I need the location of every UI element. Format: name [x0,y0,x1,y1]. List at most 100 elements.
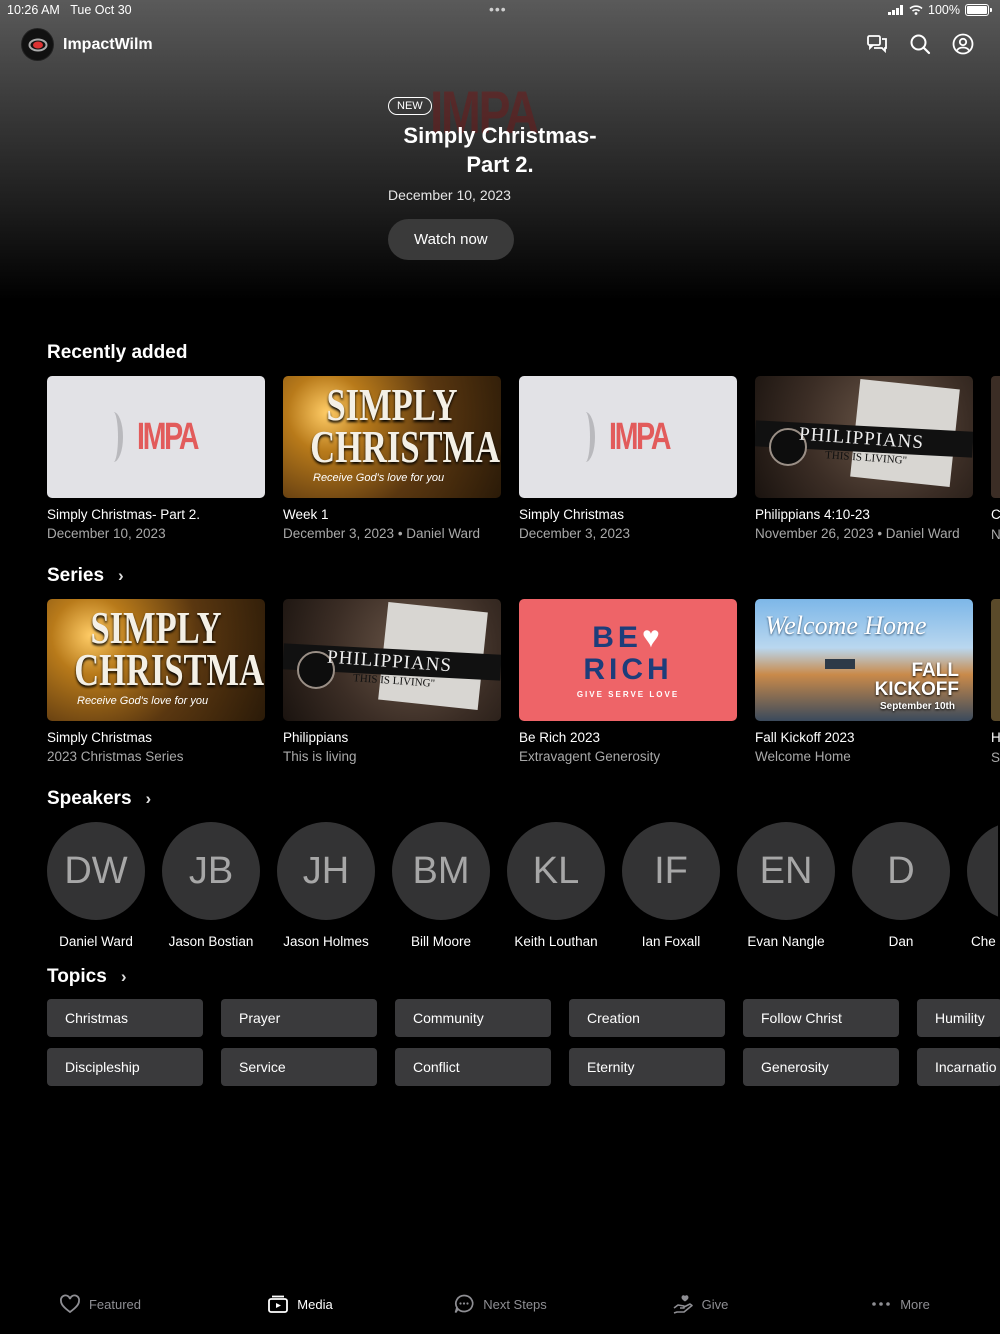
messages-icon[interactable] [866,33,888,55]
heart-icon [59,1294,80,1314]
next-card-peek[interactable] [991,376,1000,498]
topic-chip[interactable]: Christmas [47,999,203,1037]
card-subtitle: December 3, 2023 [519,526,631,541]
speaker-item[interactable]: DW Daniel Ward [47,822,145,949]
status-indicators: 100% [888,3,992,17]
simply-christmas-thumbnail: SIMPLY CHRISTMAS Receive God's love for … [283,376,501,498]
peek-subtitle: N [991,527,1000,542]
multitask-dots-icon[interactable]: ••• [489,1,507,17]
peek-title: H [991,730,1000,745]
recently-added-heading: Recently added [47,342,188,363]
peek-title: C [991,507,1000,522]
media-icon [268,1295,289,1313]
speaker-item[interactable]: JH Jason Holmes [277,822,375,949]
more-dots-icon [872,1302,890,1306]
app-name: ImpactWilm [63,35,153,53]
avatar: BM [392,822,490,920]
philippians-thumbnail: PHILIPPIANS THIS IS LIVING" [283,599,501,721]
card-subtitle: December 10, 2023 [47,526,166,541]
card-title: Simply Christmas [47,730,153,745]
impact-logo-thumbnail: IMPA [47,376,265,498]
wifi-icon [909,5,923,15]
media-card[interactable]: PHILIPPIANS THIS IS LIVING" Philippians … [755,376,973,541]
speaker-name: Keith Louthan [514,934,598,949]
topic-chip[interactable]: Incarnatio [917,1048,1000,1086]
series-heading[interactable]: Series › [47,565,124,587]
avatar: DW [47,822,145,920]
media-card[interactable]: IMPA Simply Christmas December 3, 2023 [519,376,737,541]
card-title: Week 1 [283,507,329,522]
tab-media[interactable]: Media [200,1290,400,1334]
chevron-right-icon: › [118,566,124,585]
speaker-item[interactable]: D Dan [852,822,950,949]
series-card[interactable]: PHILIPPIANS THIS IS LIVING" Philippians … [283,599,501,764]
speaker-item[interactable]: EN Evan Nangle [737,822,835,949]
card-title: Philippians [283,730,349,745]
speakers-row: DW Daniel Ward JB Jason Bostian JH Jason Ho… [47,822,998,949]
card-title: Simply Christmas [519,507,625,522]
speaker-item[interactable]: JB Jason Bostian [162,822,260,949]
search-icon[interactable] [909,33,931,55]
tab-bar: Featured Media Next Steps Give More [0,1290,1000,1334]
topic-chip[interactable]: Discipleship [47,1048,203,1086]
tab-more[interactable]: More [800,1290,1000,1334]
speaker-item[interactable]: KL Keith Louthan [507,822,605,949]
philippians-thumbnail: PHILIPPIANS THIS IS LIVING" [755,376,973,498]
peek-subtitle: S [991,750,1000,765]
topic-chip[interactable]: Conflict [395,1048,551,1086]
avatar: JH [277,822,375,920]
series-card[interactable]: BE♥ RICH GIVE SERVE LOVE Be Rich 2023 Ex… [519,599,737,764]
chat-bubble-icon [454,1294,474,1313]
topics-heading[interactable]: Topics › [47,966,127,988]
topic-chip[interactable]: Generosity [743,1048,899,1086]
next-card-peek[interactable] [991,599,1000,721]
series-card[interactable]: SIMPLY CHRISTMAS Receive God's love for … [47,599,265,764]
speaker-name: Evan Nangle [747,934,825,949]
speaker-item[interactable]: IF Ian Foxall [622,822,720,949]
status-time: 10:26 AM Tue Oct 30 [7,3,132,17]
topic-chip[interactable]: Prayer [221,999,377,1037]
header-actions [866,33,974,55]
new-badge: NEW [388,97,432,115]
card-subtitle: November 26, 2023 • Daniel Ward [755,526,960,541]
topic-chip[interactable]: Humility [917,999,1000,1037]
topic-chip[interactable]: Community [395,999,551,1037]
avatar: KL [507,822,605,920]
battery-icon [965,4,989,16]
battery-percent: 100% [928,3,960,17]
chevron-right-icon: › [120,967,127,986]
tab-give[interactable]: Give [600,1290,800,1334]
card-title: Fall Kickoff 2023 [755,730,855,745]
speakers-heading[interactable]: Speakers › [47,788,151,810]
status-bar: 10:26 AM Tue Oct 30 ••• 100% [0,0,1000,20]
speaker-name: Che [971,934,996,949]
hero-feature: NEW Simply Christmas- Part 2. December 1… [388,96,648,260]
card-subtitle: December 3, 2023 • Daniel Ward [283,526,481,541]
fall-kickoff-thumbnail: Welcome Home FALL KICKOFF September 10th [755,599,973,721]
media-card[interactable]: IMPA Simply Christmas- Part 2. December … [47,376,265,541]
card-subtitle: Extravagent Generosity [519,749,661,764]
tab-next-steps[interactable]: Next Steps [400,1290,600,1334]
media-card[interactable]: SIMPLY CHRISTMAS Receive God's love for … [283,376,501,541]
speaker-item[interactable]: C Che [967,822,998,949]
avatar: C [967,822,998,920]
watch-now-button[interactable]: Watch now [388,219,514,260]
card-subtitle: This is living [283,749,357,764]
topic-chip[interactable]: Creation [569,999,725,1037]
avatar: JB [162,822,260,920]
tab-featured[interactable]: Featured [0,1290,200,1334]
account-icon[interactable] [952,33,974,55]
topic-chip[interactable]: Service [221,1048,377,1086]
avatar: IF [622,822,720,920]
hero-date: December 10, 2023 [388,187,511,203]
topic-chip[interactable]: Follow Christ [743,999,899,1037]
speaker-item[interactable]: BM Bill Moore [392,822,490,949]
app-logo[interactable] [22,29,53,60]
speaker-name: Ian Foxall [641,934,701,949]
series-card[interactable]: Welcome Home FALL KICKOFF September 10th … [755,599,973,764]
card-title: Simply Christmas- Part 2. [47,507,201,522]
speaker-name: Jason Holmes [283,934,369,949]
speaker-name: Daniel Ward [59,934,133,949]
signal-icon [888,5,904,15]
topic-chip[interactable]: Eternity [569,1048,725,1086]
